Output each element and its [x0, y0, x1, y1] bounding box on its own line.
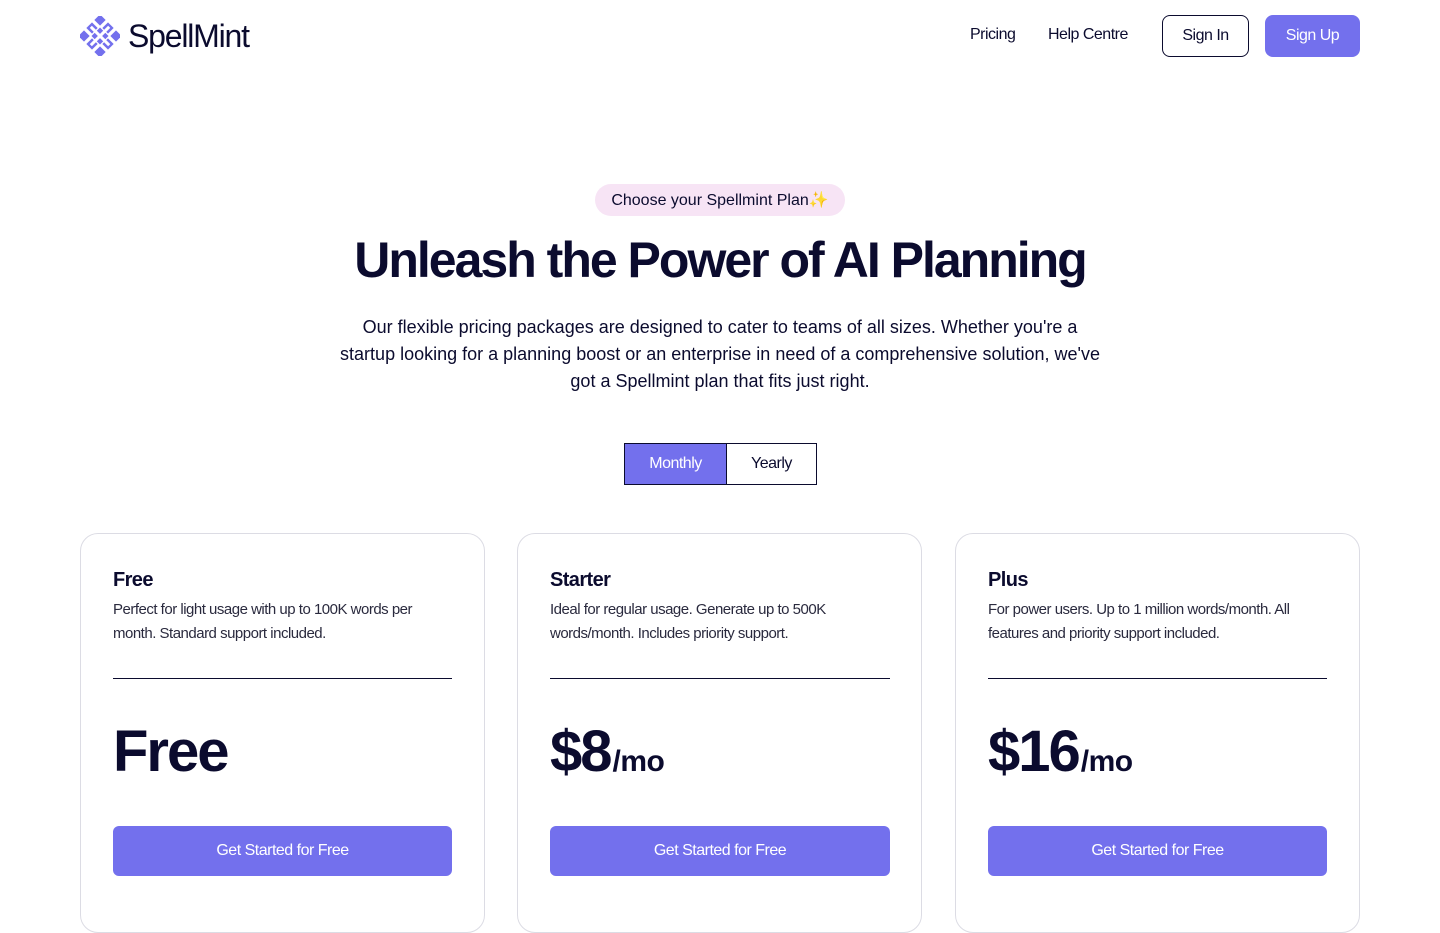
- plan-name: Starter: [550, 569, 611, 591]
- plan-card-free: Free Perfect for light usage with up to …: [80, 533, 485, 933]
- top-nav-bar: SpellMint Pricing Help Centre Sign In Si…: [0, 0, 1440, 72]
- plan-price: Free: [113, 720, 230, 784]
- card-divider: [988, 678, 1327, 679]
- plan-card-starter: Starter Ideal for regular usage. Generat…: [517, 533, 922, 933]
- plan-name: Plus: [988, 569, 1028, 591]
- price-amount: Free: [113, 719, 230, 784]
- price-amount: $16: [988, 719, 1081, 784]
- plan-description: For power users. Up to 1 million words/m…: [988, 601, 1290, 642]
- toggle-monthly[interactable]: Monthly: [625, 444, 727, 484]
- plan-description: Ideal for regular usage. Generate up to …: [550, 601, 826, 642]
- card-divider: [550, 678, 890, 679]
- price-unit: /mo: [612, 745, 665, 778]
- card-divider: [113, 678, 452, 679]
- get-started-button-plus[interactable]: Get Started for Free: [988, 826, 1327, 876]
- nav-link-pricing[interactable]: Pricing: [970, 24, 1016, 46]
- price-unit: /mo: [1080, 745, 1133, 778]
- plan-card-plus: Plus For power users. Up to 1 million wo…: [955, 533, 1360, 933]
- get-started-button-free[interactable]: Get Started for Free: [113, 826, 452, 876]
- billing-period-toggle: Monthly Yearly: [624, 443, 817, 485]
- plan-description: Perfect for light usage with up to 100K …: [113, 601, 413, 642]
- plan-badge: Choose your Spellmint Plan✨: [595, 184, 845, 216]
- plan-name: Free: [113, 569, 153, 591]
- sign-up-button[interactable]: Sign Up: [1265, 15, 1360, 57]
- brand-name: SpellMint: [128, 18, 250, 54]
- plan-price: $8 /mo: [550, 719, 665, 784]
- get-started-button-starter[interactable]: Get Started for Free: [550, 826, 890, 876]
- spellmint-logo[interactable]: SpellMint: [80, 14, 250, 58]
- hero-subtitle: Our flexible pricing packages are design…: [340, 317, 1100, 391]
- nav-link-help-centre[interactable]: Help Centre: [1048, 24, 1128, 46]
- hero-title: Unleash the Power of AI Planning: [354, 232, 1087, 288]
- toggle-yearly[interactable]: Yearly: [727, 444, 816, 484]
- spellmint-logo-icon: [80, 16, 120, 56]
- sign-in-button[interactable]: Sign In: [1162, 15, 1249, 57]
- price-amount: $8: [550, 719, 612, 784]
- plan-price: $16 /mo: [988, 720, 1133, 784]
